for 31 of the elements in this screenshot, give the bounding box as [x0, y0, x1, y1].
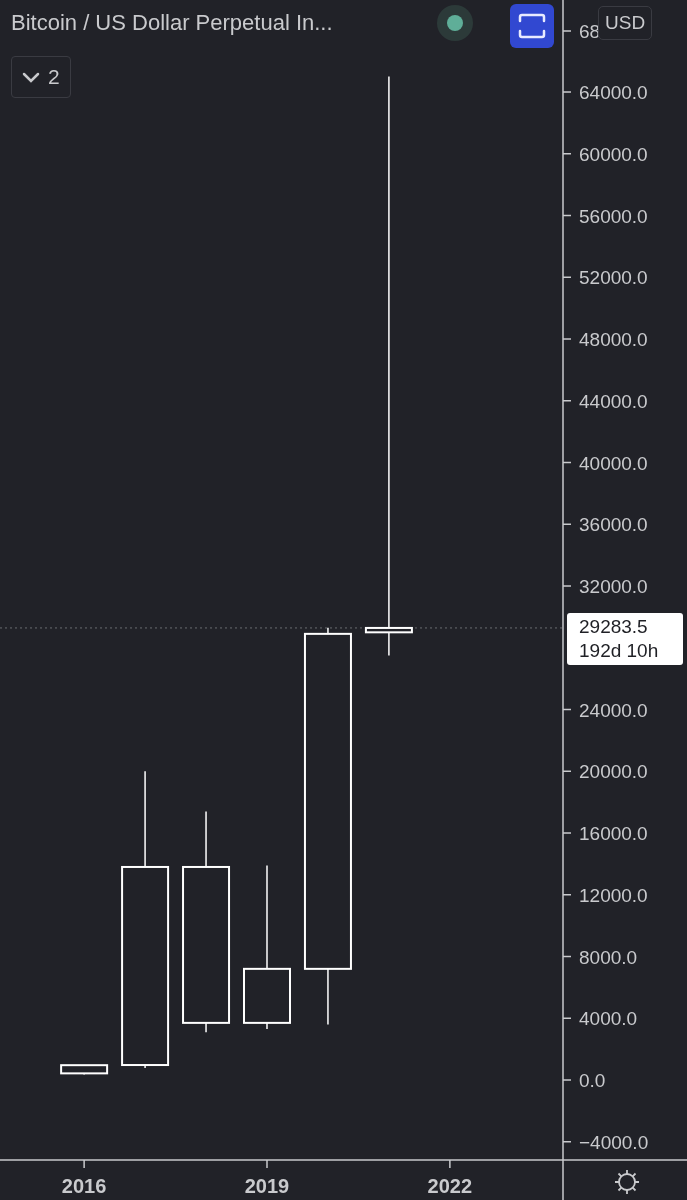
price-tick-label: 52000.0 — [579, 267, 648, 289]
price-tick-label: −4000.0 — [579, 1131, 649, 1153]
chevron-down-icon — [22, 71, 40, 83]
price-tick-label: 16000.0 — [579, 823, 648, 844]
price-tick-label: 32000.0 — [579, 576, 648, 597]
price-tick-label: 24000.0 — [579, 699, 648, 721]
price-tick-label: 40000.0 — [579, 452, 648, 474]
currency-button[interactable]: USD — [598, 6, 653, 40]
price-value: 29283.5 — [579, 615, 649, 639]
sun-icon[interactable] — [613, 1168, 641, 1196]
price-tick-label: 8000.0 — [579, 946, 638, 968]
time-tick-label: 2019 — [244, 1175, 290, 1197]
fullscreen-button[interactable] — [510, 4, 554, 48]
price-tick-label: 64000.0 — [579, 82, 648, 103]
time-tick-label: 2016 — [61, 1175, 107, 1197]
price-tick-label: 20000.0 — [579, 761, 648, 783]
status-dot-icon — [437, 5, 473, 41]
countdown-value: 192d 10h — [579, 639, 660, 663]
time-tick-label: 2022 — [427, 1175, 473, 1197]
price-tick-label: 48000.0 — [579, 329, 648, 350]
price-tick-label: 44000.0 — [579, 390, 648, 412]
price-tick-label: 36000.0 — [579, 514, 648, 536]
price-tick-label: 60000.0 — [579, 143, 648, 165]
price-tick-label: 12000.0 — [579, 884, 648, 906]
price-tick-label: 56000.0 — [579, 205, 648, 227]
price-tick-label: 68 — [579, 21, 601, 42]
collapse-button[interactable]: 2 — [11, 56, 71, 98]
price-tick-label: 4000.0 — [579, 1008, 638, 1030]
price-tick-label: 0.0 — [579, 1070, 606, 1091]
fullscreen-icon — [518, 13, 546, 39]
chart-title: Bitcoin / US Dollar Perpetual In... — [11, 10, 333, 36]
